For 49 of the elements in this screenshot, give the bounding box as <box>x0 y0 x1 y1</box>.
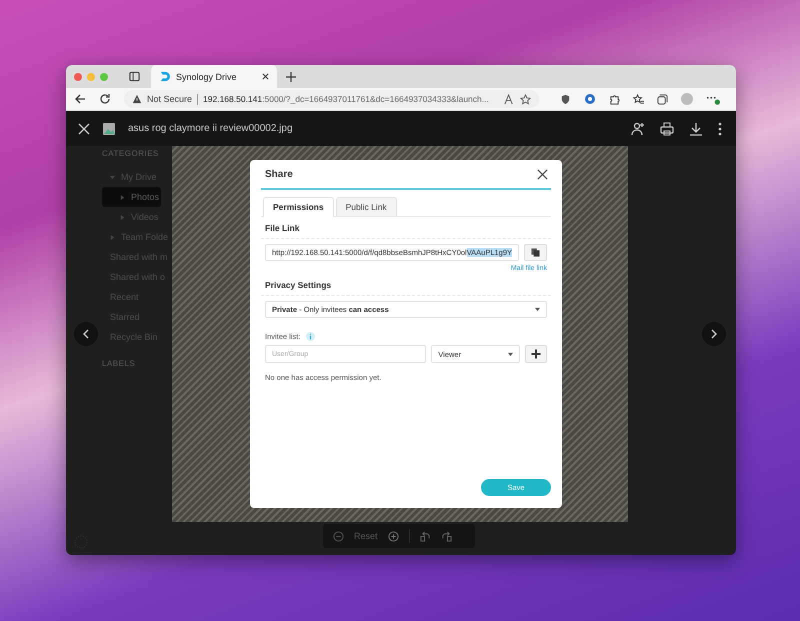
image-file-icon <box>103 122 115 134</box>
print-icon[interactable] <box>660 122 674 136</box>
reset-button[interactable]: Reset <box>354 531 378 541</box>
security-label: Not Secure <box>147 94 192 104</box>
rotate-right-icon[interactable] <box>440 530 452 542</box>
reload-icon[interactable] <box>99 93 111 105</box>
section-heading: File Link <box>261 217 551 239</box>
plus-icon <box>530 349 541 359</box>
address-bar[interactable]: Not Secure 192.168.50.141:5000/?_dc=1664937011761&dc=1664937034333&launch... <box>124 90 539 108</box>
drive-logo-icon <box>159 71 170 82</box>
zoom-in-icon[interactable] <box>388 530 399 542</box>
chevron-left-icon <box>81 329 91 339</box>
warning-icon <box>132 94 142 104</box>
url-text: 192.168.50.141:5000/?_dc=1664937011761&dc=1664937034333&launch... <box>203 94 490 104</box>
rotate-left-icon[interactable] <box>420 530 431 542</box>
sidebar-item[interactable]: Photos <box>102 187 162 207</box>
section-heading: Privacy Settings <box>261 274 551 296</box>
dialog-title: Share <box>265 168 293 180</box>
sidebar-icon[interactable] <box>129 71 140 82</box>
more-icon[interactable] <box>718 122 722 136</box>
sidebar-heading: CATEGORIES <box>102 149 159 160</box>
back-icon[interactable] <box>74 93 86 105</box>
dialog-tab[interactable]: Permissions <box>263 197 334 217</box>
zoom-out-icon[interactable] <box>333 530 344 542</box>
chevron-right-icon <box>709 329 719 339</box>
copy-button[interactable] <box>524 244 547 261</box>
next-arrow-button[interactable] <box>702 322 726 346</box>
file-name: asus rog claymore ii review00002.jpg <box>128 123 293 134</box>
add-button[interactable] <box>524 345 547 363</box>
favorites-icon[interactable] <box>633 94 644 104</box>
previous-arrow-button[interactable] <box>74 322 98 346</box>
add-person-icon[interactable] <box>631 122 645 136</box>
new-tab-icon[interactable] <box>286 72 296 82</box>
caret-down-icon <box>508 352 513 356</box>
download-icon[interactable] <box>689 122 703 136</box>
info-icon[interactable] <box>306 332 316 341</box>
caret-down-icon <box>535 307 540 312</box>
puzzle-icon[interactable] <box>609 94 620 104</box>
dialog-tab[interactable]: Public Link <box>336 197 397 216</box>
shield-icon[interactable] <box>560 94 571 104</box>
browser-tab[interactable]: Synology Drive <box>151 65 277 88</box>
copy-icon <box>531 248 540 257</box>
read-aloud-icon[interactable] <box>504 94 515 104</box>
star-plus-icon[interactable] <box>520 94 531 104</box>
close-icon[interactable] <box>537 168 548 180</box>
collections-icon[interactable] <box>657 94 668 104</box>
close-tab-icon[interactable] <box>262 73 269 80</box>
extension-badge-icon[interactable] <box>584 93 596 105</box>
sidebar-heading: LABELS <box>102 358 136 370</box>
